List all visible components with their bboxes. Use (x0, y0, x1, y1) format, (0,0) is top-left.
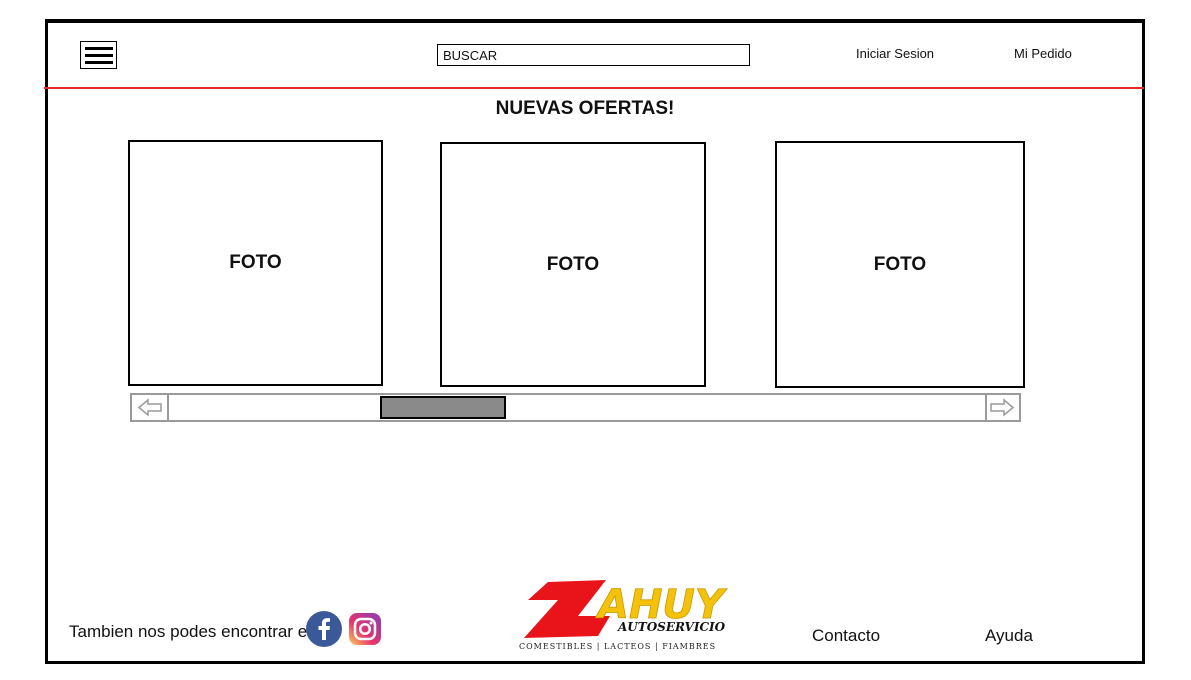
my-order-link[interactable]: Mi Pedido (1014, 46, 1072, 61)
offers-title: NUEVAS OFERTAS! (495, 98, 675, 119)
svg-text:AUTOSERVICIO: AUTOSERVICIO (617, 620, 726, 634)
social-text: Tambien nos podes encontrar en (69, 622, 317, 641)
offer-card-label: FOTO (546, 253, 600, 275)
instagram-icon[interactable] (348, 612, 382, 646)
offer-card[interactable]: FOTO (440, 142, 706, 387)
offer-card[interactable]: FOTO (775, 141, 1025, 388)
offer-card-label: FOTO (229, 252, 282, 273)
menu-bar (84, 60, 113, 64)
search-input[interactable] (437, 44, 750, 66)
scroll-thumb[interactable] (380, 396, 506, 419)
hamburger-menu-icon[interactable] (80, 41, 117, 69)
offer-card-label: FOTO (873, 253, 927, 275)
arrow-left-icon[interactable] (135, 395, 169, 420)
login-link[interactable]: Iniciar Sesion (856, 46, 934, 61)
offer-card[interactable]: FOTO (128, 140, 383, 386)
menu-bar (84, 53, 113, 57)
header-divider (44, 87, 1144, 89)
contact-link[interactable]: Contacto (812, 626, 880, 646)
help-link[interactable]: Ayuda (985, 626, 1033, 646)
offers-scrollbar[interactable] (130, 393, 1021, 422)
facebook-icon[interactable] (306, 611, 342, 647)
logo-subtitle: COMESTIBLES | LACTEOS | FIAMBRES (519, 642, 717, 651)
arrow-right-icon[interactable] (985, 395, 1019, 420)
menu-bar (84, 46, 113, 50)
